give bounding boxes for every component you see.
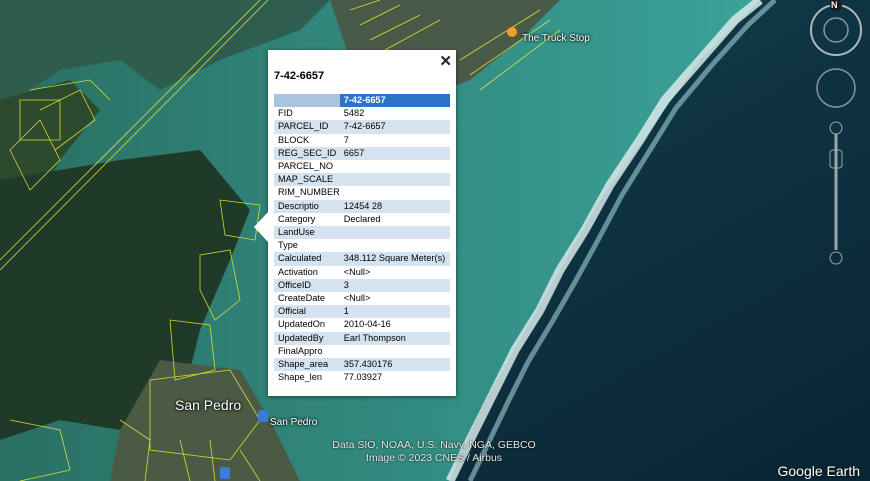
attribute-key: CreateDate	[278, 293, 325, 304]
attribute-key: Shape_len	[278, 372, 322, 383]
attribute-key: UpdatedOn	[278, 319, 325, 330]
attribute-value: <Null>	[343, 266, 371, 277]
poi-label-san-pedro-airport[interactable]: San Pedro	[270, 417, 317, 428]
attribute-value: Earl Thompson	[339, 331, 450, 345]
attribute-row: LandUse	[274, 226, 450, 240]
attribute-value: 7	[343, 134, 349, 145]
imagery-attribution: Data SIO, NOAA, U.S. Navy, NGA, GEBCO Im…	[300, 439, 568, 465]
attribute-key: BLOCK	[278, 134, 310, 145]
attribute-key: Official	[274, 305, 340, 319]
attribute-value: 12454 28	[339, 199, 450, 213]
attribute-value: Declared	[343, 213, 381, 224]
attribute-key: REG_SEC_ID	[274, 146, 340, 161]
attribute-value: <Null>	[343, 293, 371, 304]
attribute-value: 77.03927	[343, 372, 383, 383]
attribute-key: Descriptio	[274, 199, 340, 213]
attribute-row: Category Declared	[274, 213, 450, 226]
look-joystick-icon[interactable]	[816, 68, 856, 108]
attribute-value: 3	[339, 278, 450, 293]
airport-pin-icon[interactable]	[258, 410, 268, 422]
town-label-san-pedro[interactable]: San Pedro	[175, 397, 241, 413]
attribute-row: BLOCK 7	[274, 134, 450, 147]
attribute-value	[340, 160, 450, 173]
attribute-table-header: 7-42-6657	[274, 94, 450, 108]
navigation-controls	[810, 0, 862, 265]
header-value-cell: 7-42-6657	[339, 94, 450, 108]
attribute-key: UpdatedBy	[274, 331, 340, 345]
attribute-key: PARCEL_ID	[274, 120, 340, 134]
attribute-row: PARCEL_ID 7-42-6657	[274, 120, 450, 134]
attribute-value	[339, 173, 450, 187]
attribute-row: UpdatedOn 2010-04-16	[274, 318, 450, 331]
attribute-key: Shape_area	[274, 358, 340, 372]
attribute-value: 7-42-6657	[339, 120, 450, 134]
attribute-row: Calculated 348.112 Square Meter(s)	[274, 252, 450, 266]
attribute-key: Calculated	[274, 252, 340, 266]
attribute-key: FinalAppro	[278, 345, 323, 356]
attribute-row: Official 1	[274, 305, 450, 319]
attribute-value: 1	[339, 305, 450, 319]
attribute-row: REG_SEC_ID 6657	[274, 146, 450, 161]
balloon-pointer	[254, 212, 268, 242]
attribute-row: MAP_SCALE	[274, 173, 450, 187]
close-icon[interactable]: ✕	[439, 52, 452, 70]
attribute-value: 5482	[343, 108, 365, 119]
attribute-row: UpdatedBy Earl Thompson	[274, 331, 450, 345]
attribute-value: 6657	[339, 146, 450, 161]
attribute-row: CreateDate <Null>	[274, 292, 450, 305]
attribute-value: 357.430176	[339, 358, 450, 372]
parcel-info-balloon: ✕ 7-42-6657 7-42-6657 FID 5482 PARCEL_ID 7-…	[254, 50, 456, 396]
attribute-key: MAP_SCALE	[274, 173, 340, 187]
attribute-row: FinalAppro	[274, 345, 450, 358]
restaurant-pin-icon[interactable]	[507, 27, 517, 37]
attribute-key: Activation	[278, 266, 318, 277]
attribute-key: Type	[278, 240, 298, 251]
attribute-row: RIM_NUMBER	[274, 186, 450, 199]
attribute-row: PARCEL_NO	[274, 160, 450, 173]
attribute-key: FID	[278, 108, 293, 119]
attribute-value	[340, 345, 450, 358]
attribute-value	[340, 239, 450, 252]
attribute-row: Type	[274, 239, 450, 252]
attribution-line-1: Data SIO, NOAA, U.S. Navy, NGA, GEBCO	[332, 439, 536, 451]
poi-label-truck-stop[interactable]: The Truck Stop	[522, 33, 590, 44]
header-key-cell	[274, 94, 340, 108]
attribute-key: RIM_NUMBER	[278, 187, 340, 198]
attribute-value: 2010-04-16	[343, 319, 391, 330]
attribute-key: LandUse	[274, 226, 340, 240]
attribute-value	[340, 186, 450, 199]
attribution-line-2: Image © 2023 CNES / Airbus	[365, 452, 503, 464]
attribute-value	[339, 226, 450, 240]
attribute-row: Activation <Null>	[274, 266, 450, 279]
balloon-title: 7-42-6657	[274, 70, 325, 82]
attribute-value: 348.112 Square Meter(s)	[339, 252, 450, 266]
attribute-key: PARCEL_NO	[278, 161, 333, 172]
attribute-table: 7-42-6657 FID 5482 PARCEL_ID 7-42-6657 BLOCK…	[274, 94, 450, 384]
attribute-row: Descriptio 12454 28	[274, 199, 450, 213]
attribute-key: OfficeID	[274, 278, 340, 293]
attribute-row: Shape_len 77.03927	[274, 371, 450, 384]
dock-pin-icon[interactable]	[220, 467, 230, 479]
attribute-row: Shape_area 357.430176	[274, 358, 450, 372]
zoom-slider-icon[interactable]	[829, 121, 843, 265]
attribute-key: Category	[278, 213, 316, 224]
attribute-row: FID 5482	[274, 107, 450, 120]
google-earth-logo: Google Earth	[777, 463, 861, 479]
attribute-row: OfficeID 3	[274, 278, 450, 293]
compass-north-label: N	[831, 0, 838, 10]
